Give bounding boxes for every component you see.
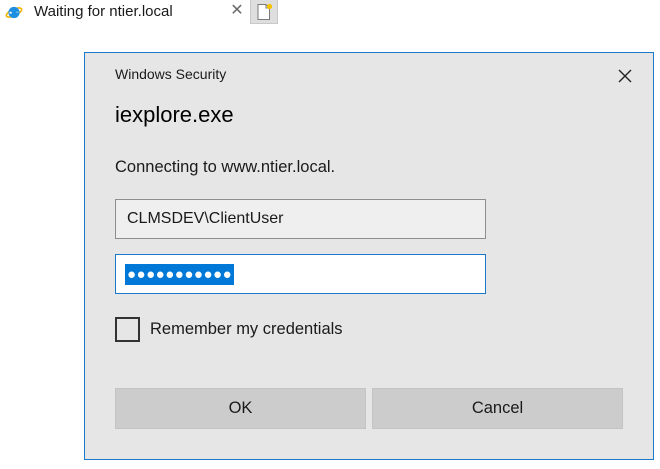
tab-strip: Waiting for ntier.local ✕ [0,0,660,24]
new-tab-icon [256,3,273,21]
tab-title: Waiting for ntier.local [34,3,173,20]
tab-close-icon[interactable]: ✕ [229,2,245,20]
ie-icon [5,3,23,21]
browser-tab[interactable]: Waiting for ntier.local ✕ [0,0,250,24]
windows-security-dialog: Windows Security iexplore.exe Connecting… [84,52,654,460]
username-field[interactable]: CLMSDEV\ClientUser [115,199,486,239]
remember-checkbox[interactable] [115,316,140,342]
dialog-heading: iexplore.exe [115,102,234,127]
remember-credentials[interactable]: Remember my credentials [115,316,343,342]
ok-button[interactable]: OK [115,388,366,429]
password-field[interactable]: ●●●●●●●●●●● [115,254,486,294]
remember-label: Remember my credentials [150,319,343,338]
dialog-caption: Windows Security [115,66,227,82]
connecting-message: Connecting to www.ntier.local. [115,158,336,176]
password-selection: ●●●●●●●●●●● [125,264,235,285]
new-tab-button[interactable] [250,0,278,24]
close-icon[interactable] [613,65,637,87]
cancel-button[interactable]: Cancel [372,388,623,429]
